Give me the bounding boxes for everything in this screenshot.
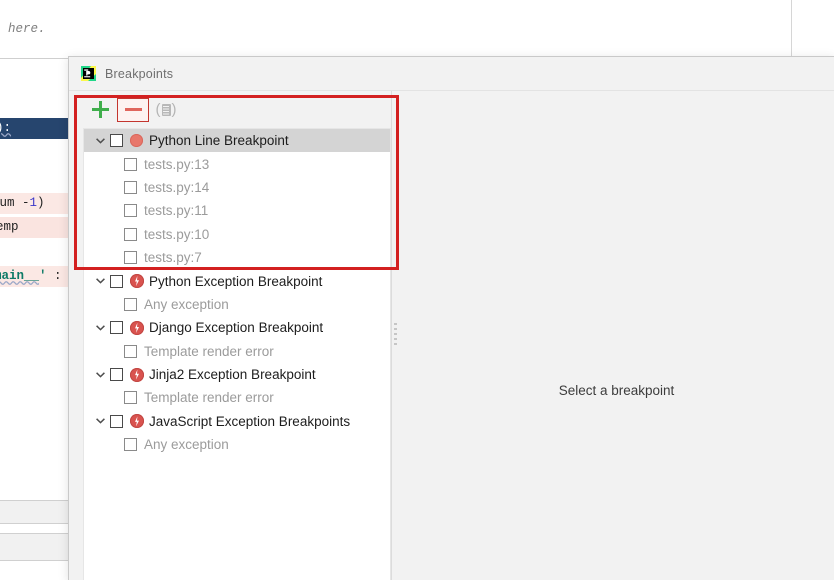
tree-child-label: Template render error	[144, 390, 274, 406]
tree-child-row[interactable]: tests.py:11	[84, 199, 390, 222]
tree-child-label: tests.py:11	[144, 203, 209, 219]
tree-child-label: Template render error	[144, 343, 274, 359]
tree-group-row[interactable]: Python Exception Breakpoint	[84, 269, 390, 292]
tree-child-label: tests.py:14	[144, 179, 210, 195]
tree-child-row[interactable]: tests.py:7	[84, 246, 390, 269]
tree-child-row[interactable]: tests.py:14	[84, 176, 390, 199]
tree-child-row[interactable]: tests.py:10	[84, 223, 390, 246]
tree-child-row[interactable]: Template render error	[84, 386, 390, 409]
tree-group-row[interactable]: Jinja2 Exception Breakpoint	[84, 363, 390, 386]
group-checkbox[interactable]	[110, 134, 123, 148]
plus-icon	[91, 101, 109, 118]
group-checkbox[interactable]	[110, 274, 123, 288]
tree-group-label: Django Exception Breakpoint	[149, 320, 324, 336]
pane-splitter[interactable]	[391, 91, 399, 580]
breakpoint-checkbox[interactable]	[124, 180, 137, 194]
line-breakpoint-dot-icon	[130, 134, 143, 148]
paren-left: (	[155, 101, 161, 118]
document-glyph	[161, 103, 171, 116]
dialog-titlebar[interactable]: Breakpoints	[69, 57, 834, 91]
exception-breakpoint-icon	[130, 367, 144, 382]
tree-child-row[interactable]: Any exception	[84, 433, 390, 456]
chevron-down-icon[interactable]	[90, 137, 110, 144]
group-checkbox[interactable]	[110, 321, 123, 335]
tree-group-label: JavaScript Exception Breakpoints	[149, 413, 351, 429]
exception-breakpoint-icon	[130, 320, 144, 335]
code-fragment-2: emp	[0, 220, 19, 234]
minus-icon	[124, 108, 142, 111]
breakpoint-checkbox[interactable]	[124, 157, 137, 171]
code-fragment-1: num -1)	[0, 196, 45, 210]
splitter-grip-icon	[394, 323, 397, 348]
breakpoint-detail-pane: Select a breakpoint	[399, 91, 834, 580]
detail-placeholder-text: Select a breakpoint	[558, 383, 675, 398]
breakpoint-checkbox[interactable]	[124, 344, 137, 358]
chevron-down-icon[interactable]	[90, 278, 110, 284]
breakpoint-checkbox[interactable]	[124, 438, 137, 452]
tree-child-label: Any exception	[144, 437, 229, 453]
chevron-down-icon[interactable]	[90, 418, 110, 425]
breakpoint-checkbox[interactable]	[124, 391, 137, 405]
group-checkbox[interactable]	[110, 368, 123, 382]
tree-child-label: tests.py:7	[144, 250, 202, 266]
exception-breakpoint-icon	[130, 414, 144, 429]
tree-child-label: tests.py:13	[144, 156, 210, 172]
breakpoint-checkbox[interactable]	[124, 227, 137, 241]
pycharm-icon	[81, 66, 96, 81]
tree-group-row[interactable]: JavaScript Exception Breakpoints	[84, 410, 390, 433]
tree-child-row[interactable]: tests.py:13	[84, 152, 390, 175]
paren-right: )	[171, 101, 177, 118]
code-fragment-0: ):	[0, 121, 12, 135]
breakpoints-tree[interactable]: Python Line Breakpoint tests.py:13 tests.p…	[83, 128, 391, 580]
tree-child-row[interactable]: Template render error	[84, 340, 390, 363]
breakpoints-toolbar: ( )	[69, 91, 391, 128]
breakpoints-dialog: Breakpoints ( ) Python Line Breakpoint t…	[68, 56, 834, 580]
tree-group-label: Python Line Breakpoint	[149, 133, 289, 149]
dialog-body: ( ) Python Line Breakpoint tests.py:13 tes…	[69, 91, 834, 580]
view-source-button[interactable]: ( )	[151, 97, 181, 123]
tree-group-label: Jinja2 Exception Breakpoint	[149, 367, 316, 383]
dialog-title: Breakpoints	[105, 66, 174, 81]
editor-bottom-strip-2	[0, 533, 68, 561]
editor-bottom-strip-1	[0, 500, 68, 524]
breakpoints-tree-pane: ( ) Python Line Breakpoint tests.py:13 tes…	[69, 91, 391, 580]
editor-split-divider	[791, 0, 792, 58]
remove-breakpoint-button[interactable]	[117, 97, 149, 122]
group-checkbox[interactable]	[110, 414, 123, 428]
tree-group-row[interactable]: Python Line Breakpoint	[84, 129, 390, 153]
add-breakpoint-button[interactable]	[85, 97, 115, 123]
tree-child-label: Any exception	[144, 296, 229, 312]
exception-breakpoint-icon	[130, 274, 144, 289]
code-fragment-3: main__' :	[0, 269, 62, 283]
chevron-down-icon[interactable]	[90, 325, 110, 331]
tree-child-label: tests.py:10	[144, 226, 210, 242]
tree-group-label: Python Exception Breakpoint	[149, 273, 323, 289]
code-docstring-text: here.	[8, 22, 46, 36]
breakpoint-checkbox[interactable]	[124, 204, 137, 218]
tree-child-row[interactable]: Any exception	[84, 293, 390, 316]
document-icon: ( )	[155, 100, 177, 119]
breakpoint-checkbox[interactable]	[124, 297, 137, 311]
breakpoint-checkbox[interactable]	[124, 251, 137, 265]
tree-group-row[interactable]: Django Exception Breakpoint	[84, 316, 390, 339]
chevron-down-icon[interactable]	[90, 371, 110, 378]
